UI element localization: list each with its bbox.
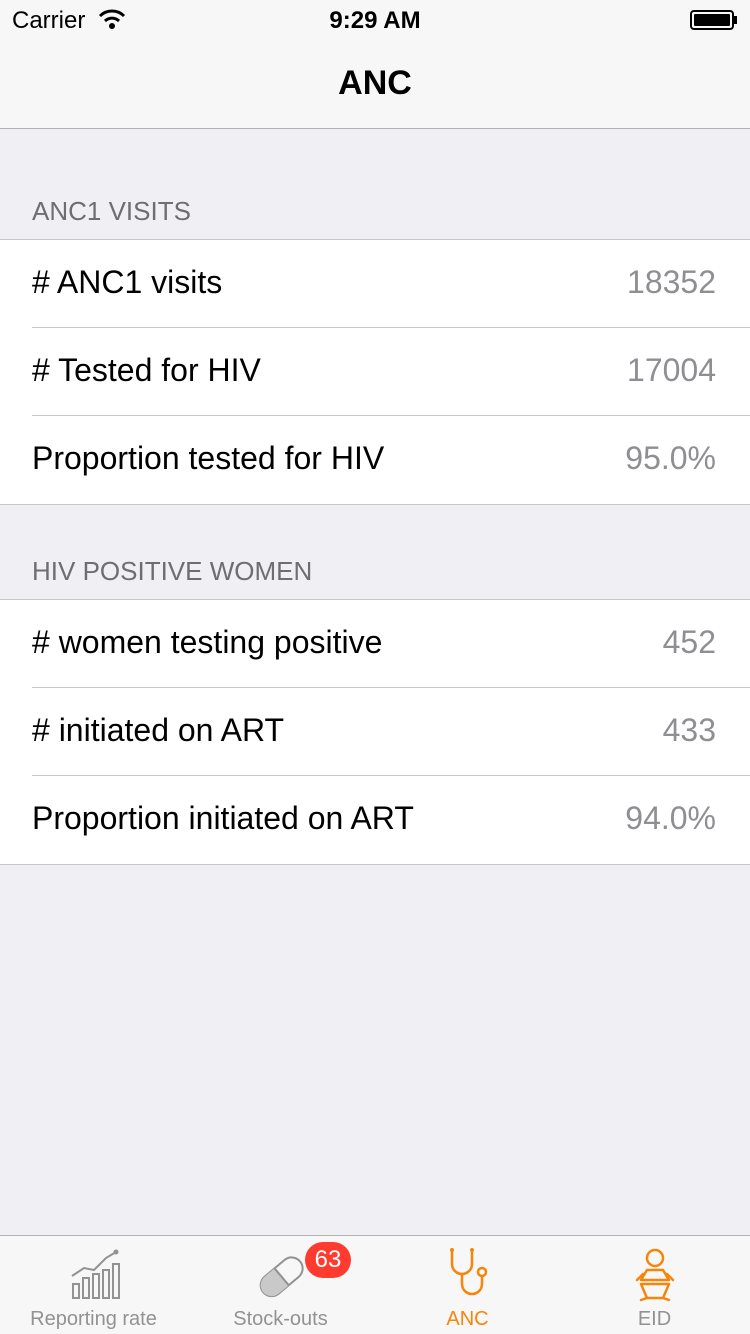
section-header-anc1-visits: ANC1 VISITS <box>32 196 191 226</box>
tab-label: Reporting rate <box>30 1308 157 1330</box>
tab-stock-outs[interactable]: 63 Stock-outs <box>187 1236 374 1334</box>
anc1-visits-group: # ANC1 visits 18352 # Tested for HIV 170… <box>0 239 750 505</box>
tab-reporting-rate[interactable]: Reporting rate <box>0 1236 187 1334</box>
table-row[interactable]: # Tested for HIV 17004 <box>0 327 750 416</box>
battery-icon <box>690 10 737 30</box>
status-bar: Carrier 9:29 AM <box>0 0 750 40</box>
table-row[interactable]: Proportion tested for HIV 95.0% <box>0 415 750 504</box>
tab-bar: Reporting rate 63 Stock-outs ANC EID <box>0 1235 750 1334</box>
row-value: 94.0% <box>625 800 716 836</box>
row-value: 433 <box>662 712 716 748</box>
row-label: Proportion tested for HIV <box>32 440 385 476</box>
row-value: 18352 <box>627 264 716 300</box>
table-row[interactable]: # women testing positive 452 <box>0 600 750 688</box>
row-label: # women testing positive <box>32 624 383 660</box>
stethoscope-icon <box>449 1248 487 1296</box>
table-row[interactable]: Proportion initiated on ART 94.0% <box>0 775 750 864</box>
tab-label: Stock-outs <box>233 1308 328 1330</box>
baby-icon <box>635 1248 674 1302</box>
table-row[interactable]: # ANC1 visits 18352 <box>0 240 750 328</box>
row-label: Proportion initiated on ART <box>32 800 414 836</box>
section-header-hiv-positive-women: HIV POSITIVE WOMEN <box>32 556 313 586</box>
tab-eid[interactable]: EID <box>561 1236 748 1334</box>
page-title: ANC <box>338 64 412 102</box>
tab-label: EID <box>637 1308 672 1330</box>
navigation-bar: ANC <box>0 40 750 129</box>
row-value: 95.0% <box>625 440 716 476</box>
row-value: 17004 <box>627 352 716 388</box>
table-row[interactable]: # initiated on ART 433 <box>0 687 750 776</box>
clock: 9:29 AM <box>329 7 421 34</box>
stock-outs-badge: 63 <box>305 1242 351 1278</box>
row-label: # Tested for HIV <box>32 352 261 388</box>
tab-anc[interactable]: ANC <box>374 1236 561 1334</box>
row-label: # ANC1 visits <box>32 264 223 300</box>
pill-icon <box>259 1256 304 1298</box>
row-value: 452 <box>662 624 716 660</box>
row-label: # initiated on ART <box>32 712 285 748</box>
hiv-positive-women-group: # women testing positive 452 # initiated… <box>0 599 750 865</box>
tab-label: ANC <box>446 1308 489 1330</box>
chart-icon <box>70 1249 120 1299</box>
